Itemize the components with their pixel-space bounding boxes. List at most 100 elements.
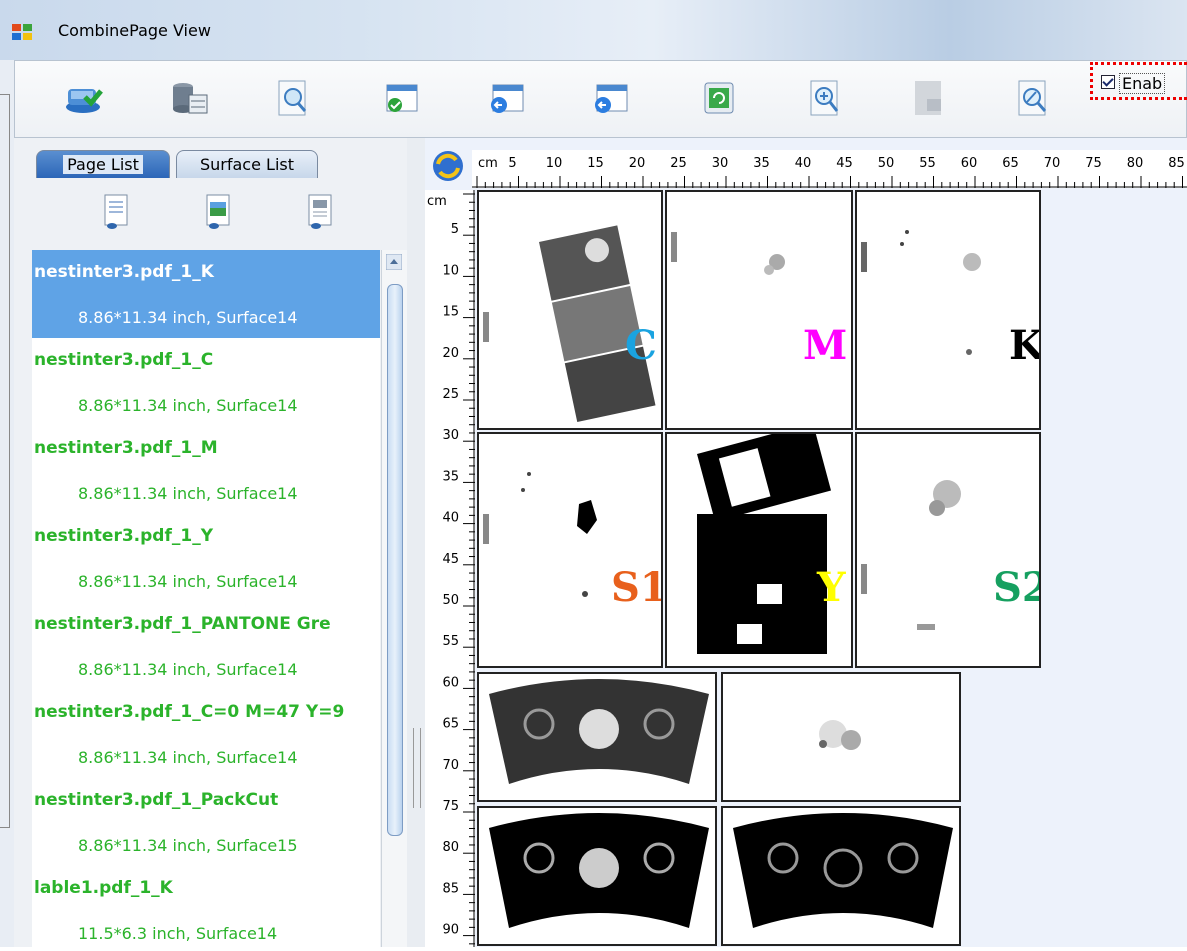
page-name: lable1.pdf_1_K xyxy=(34,878,173,898)
ruler-label: 85 xyxy=(1168,156,1185,171)
ruler-unit: cm xyxy=(427,194,447,209)
page-thumbnail xyxy=(483,225,656,422)
window-left-icon[interactable] xyxy=(484,76,530,120)
refresh-window-icon[interactable] xyxy=(696,76,742,120)
ruler-label: 25 xyxy=(442,387,459,402)
ruler-label: 75 xyxy=(1085,156,1102,171)
separation-page-y[interactable]: Y xyxy=(665,432,853,668)
ruler-label: 85 xyxy=(442,881,459,896)
page-info: 8.86*11.34 inch, Surface14 xyxy=(78,748,298,767)
sheet-canvas: C M K S1 Y S2 xyxy=(475,190,1187,947)
label-page[interactable] xyxy=(721,672,961,802)
list-item[interactable]: nestinter3.pdf_1_PackCut 8.86*11.34 inch,… xyxy=(32,778,380,866)
separation-label: K xyxy=(1009,322,1041,369)
separation-page-s1[interactable]: S1 xyxy=(477,432,663,668)
ruler-label: 75 xyxy=(442,799,459,814)
separation-page-m[interactable]: M xyxy=(665,190,853,430)
enable-label[interactable]: Enab xyxy=(1119,73,1166,94)
document-image-icon[interactable] xyxy=(206,194,230,230)
list-item[interactable]: nestinter3.pdf_1_C 8.86*11.34 inch, Surfa… xyxy=(32,338,380,426)
separation-page-c[interactable]: C xyxy=(477,190,663,430)
separation-label: S2 xyxy=(993,564,1039,611)
list-item[interactable]: nestinter3.pdf_1_PANTONE Gre 8.86*11.34 i… xyxy=(32,602,380,690)
separation-page-s2[interactable]: S2 xyxy=(855,432,1041,668)
label-page[interactable] xyxy=(477,806,717,946)
ruler-label: 80 xyxy=(442,840,459,855)
page-thumbnail xyxy=(671,232,785,275)
horizontal-ruler-scale: cm 5 10 15 20 25 30 35 40 45 50 55 60 65 70 75 80 85 xyxy=(472,156,1187,188)
ruler-unit: cm xyxy=(478,156,498,171)
database-icon[interactable] xyxy=(166,76,212,120)
horizontal-ruler: cm 5 10 15 20 25 30 35 40 45 50 55 60 65 70 75 80 85 xyxy=(472,150,1187,188)
ruler-label: 45 xyxy=(442,552,459,567)
page-thumbnail xyxy=(861,230,981,355)
preview-icon[interactable] xyxy=(270,76,316,120)
tab-surface-list-label: Surface List xyxy=(199,155,294,174)
page-name: nestinter3.pdf_1_C=0 M=47 Y=9 xyxy=(34,702,345,722)
window-title: CombinePage View xyxy=(58,21,211,40)
background-window-edge xyxy=(0,94,10,828)
document-disabled-icon[interactable] xyxy=(906,76,952,120)
separation-page-k[interactable]: K xyxy=(855,190,1041,430)
page-name: nestinter3.pdf_1_Y xyxy=(34,526,214,546)
ruler-label: 5 xyxy=(508,156,516,171)
page-name: nestinter3.pdf_1_PackCut xyxy=(34,790,279,810)
ruler-label: 65 xyxy=(1002,156,1019,171)
list-scrollbar[interactable] xyxy=(381,250,408,947)
ruler-label: 70 xyxy=(1044,156,1061,171)
separation-label: S1 xyxy=(611,564,663,611)
enable-checkbox[interactable] xyxy=(1101,75,1115,89)
list-item[interactable]: nestinter3.pdf_1_M 8.86*11.34 inch, Surfa… xyxy=(32,426,380,514)
edit-zoom-icon[interactable] xyxy=(1010,76,1056,120)
list-item[interactable]: nestinter3.pdf_1_Y 8.86*11.34 inch, Surfa… xyxy=(32,514,380,602)
tab-page-list[interactable]: Page List xyxy=(36,150,170,178)
ruler-label: 70 xyxy=(442,758,459,773)
document-list-icon[interactable] xyxy=(104,194,128,230)
panel-splitter[interactable] xyxy=(407,138,425,947)
document-copy-icon[interactable] xyxy=(308,194,332,230)
list-item[interactable]: nestinter3.pdf_1_C=0 M=47 Y=9 8.86*11.34 … xyxy=(32,690,380,778)
ruler-label: 40 xyxy=(442,511,459,526)
separation-label: Y xyxy=(817,564,846,611)
page-name: nestinter3.pdf_1_M xyxy=(34,438,218,458)
ruler-label: 45 xyxy=(836,156,853,171)
ruler-label: 55 xyxy=(442,634,459,649)
page-thumbnail xyxy=(489,813,709,928)
list-item[interactable]: nestinter3.pdf_1_K 8.86*11.34 inch, Surfa… xyxy=(32,250,380,338)
ruler-label: 50 xyxy=(878,156,895,171)
page-thumbnail xyxy=(483,472,597,597)
page-thumbnail xyxy=(819,720,861,750)
ruler-label: 30 xyxy=(442,428,459,443)
list-item[interactable]: lable1.pdf_1_K 11.5*6.3 inch, Surface14 xyxy=(32,866,380,947)
ruler-label: 65 xyxy=(442,717,459,732)
page-info: 8.86*11.34 inch, Surface14 xyxy=(78,660,298,679)
ruler-label: 60 xyxy=(442,675,459,690)
ruler-label: 55 xyxy=(919,156,936,171)
separation-label: M xyxy=(803,322,848,369)
ruler-label: 35 xyxy=(753,156,770,171)
page-thumbnail xyxy=(697,434,832,654)
page-thumbnail xyxy=(489,679,709,784)
ruler-label: 40 xyxy=(795,156,812,171)
label-page[interactable] xyxy=(721,806,961,946)
splitter-grip[interactable] xyxy=(413,728,421,808)
page-thumbnail xyxy=(861,480,961,630)
zoom-in-icon[interactable] xyxy=(802,76,848,120)
tab-surface-list[interactable]: Surface List xyxy=(176,150,318,178)
page-info: 8.86*11.34 inch, Surface14 xyxy=(78,572,298,591)
scroll-up-icon[interactable] xyxy=(386,254,402,270)
page-info: 8.86*11.34 inch, Surface14 xyxy=(78,484,298,503)
swap-icon[interactable] xyxy=(430,148,466,184)
ruler-label: 80 xyxy=(1127,156,1144,171)
page-info: 8.86*11.34 inch, Surface14 xyxy=(78,308,298,327)
window-check-icon[interactable] xyxy=(378,76,424,120)
send-icon[interactable] xyxy=(60,76,106,120)
scroll-thumb[interactable] xyxy=(387,284,403,836)
ruler-label: 50 xyxy=(442,593,459,608)
label-page[interactable] xyxy=(477,672,717,802)
ruler-label: 15 xyxy=(587,156,604,171)
separation-label: C xyxy=(625,322,657,369)
ruler-label: 35 xyxy=(442,469,459,484)
vertical-ruler: cm 5 10 15 20 25 30 35 40 45 50 55 60 65 70 75 80 85 90 xyxy=(425,190,475,947)
window-left-icon[interactable] xyxy=(588,76,634,120)
